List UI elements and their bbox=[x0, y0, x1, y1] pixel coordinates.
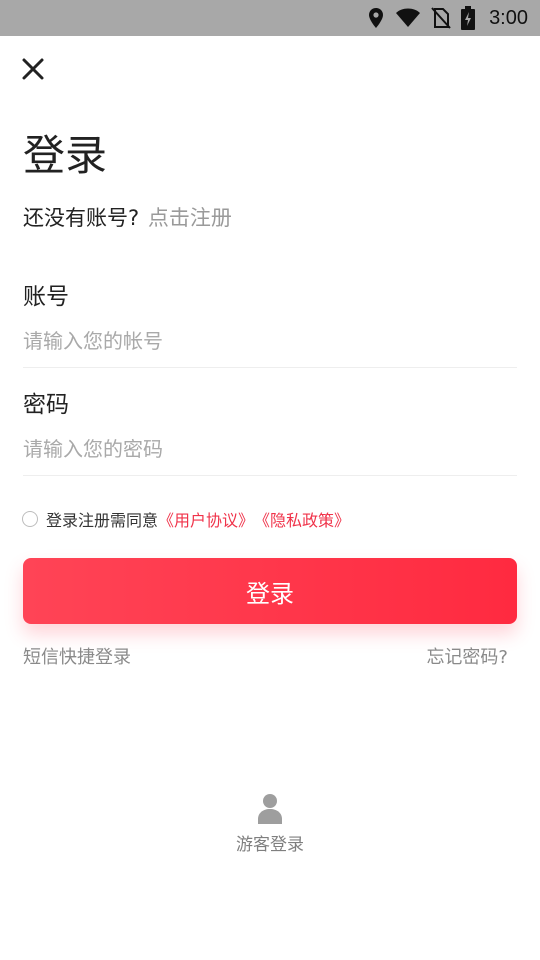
status-time: 3:00 bbox=[489, 6, 528, 29]
register-prompt: 还没有账号? bbox=[23, 206, 140, 230]
status-bar: 3:00 bbox=[0, 0, 540, 36]
battery-charging-icon bbox=[461, 6, 476, 30]
password-divider bbox=[23, 475, 517, 476]
password-input[interactable] bbox=[23, 429, 517, 469]
register-prompt-row: 还没有账号? 点击注册 bbox=[23, 204, 232, 232]
guest-login-label: 游客登录 bbox=[236, 835, 304, 855]
account-divider bbox=[23, 367, 517, 368]
person-icon bbox=[258, 794, 282, 824]
password-label: 密码 bbox=[23, 392, 69, 418]
no-sim-icon bbox=[431, 7, 451, 29]
account-label: 账号 bbox=[23, 284, 69, 310]
agreement-radio[interactable] bbox=[22, 511, 38, 527]
agreement-text: 登录注册需同意 bbox=[46, 511, 159, 530]
user-agreement-link[interactable]: 《用户协议》 bbox=[158, 507, 254, 531]
register-link[interactable]: 点击注册 bbox=[148, 206, 232, 230]
status-icons: 3:00 bbox=[367, 0, 528, 36]
forgot-password-link[interactable]: 忘记密码? bbox=[426, 645, 508, 671]
guest-login-button[interactable]: 游客登录 bbox=[220, 792, 320, 855]
agreement-row: 登录注册需同意 《用户协议》 《隐私政策》 bbox=[22, 507, 350, 531]
privacy-policy-link[interactable]: 《隐私政策》 bbox=[254, 507, 350, 531]
close-icon[interactable] bbox=[20, 56, 46, 82]
sms-login-link[interactable]: 短信快捷登录 bbox=[23, 645, 131, 671]
login-button[interactable]: 登录 bbox=[23, 558, 517, 624]
page-title: 登录 bbox=[23, 131, 108, 180]
location-icon bbox=[369, 8, 384, 28]
account-input[interactable] bbox=[23, 321, 517, 361]
wifi-icon bbox=[396, 8, 421, 27]
